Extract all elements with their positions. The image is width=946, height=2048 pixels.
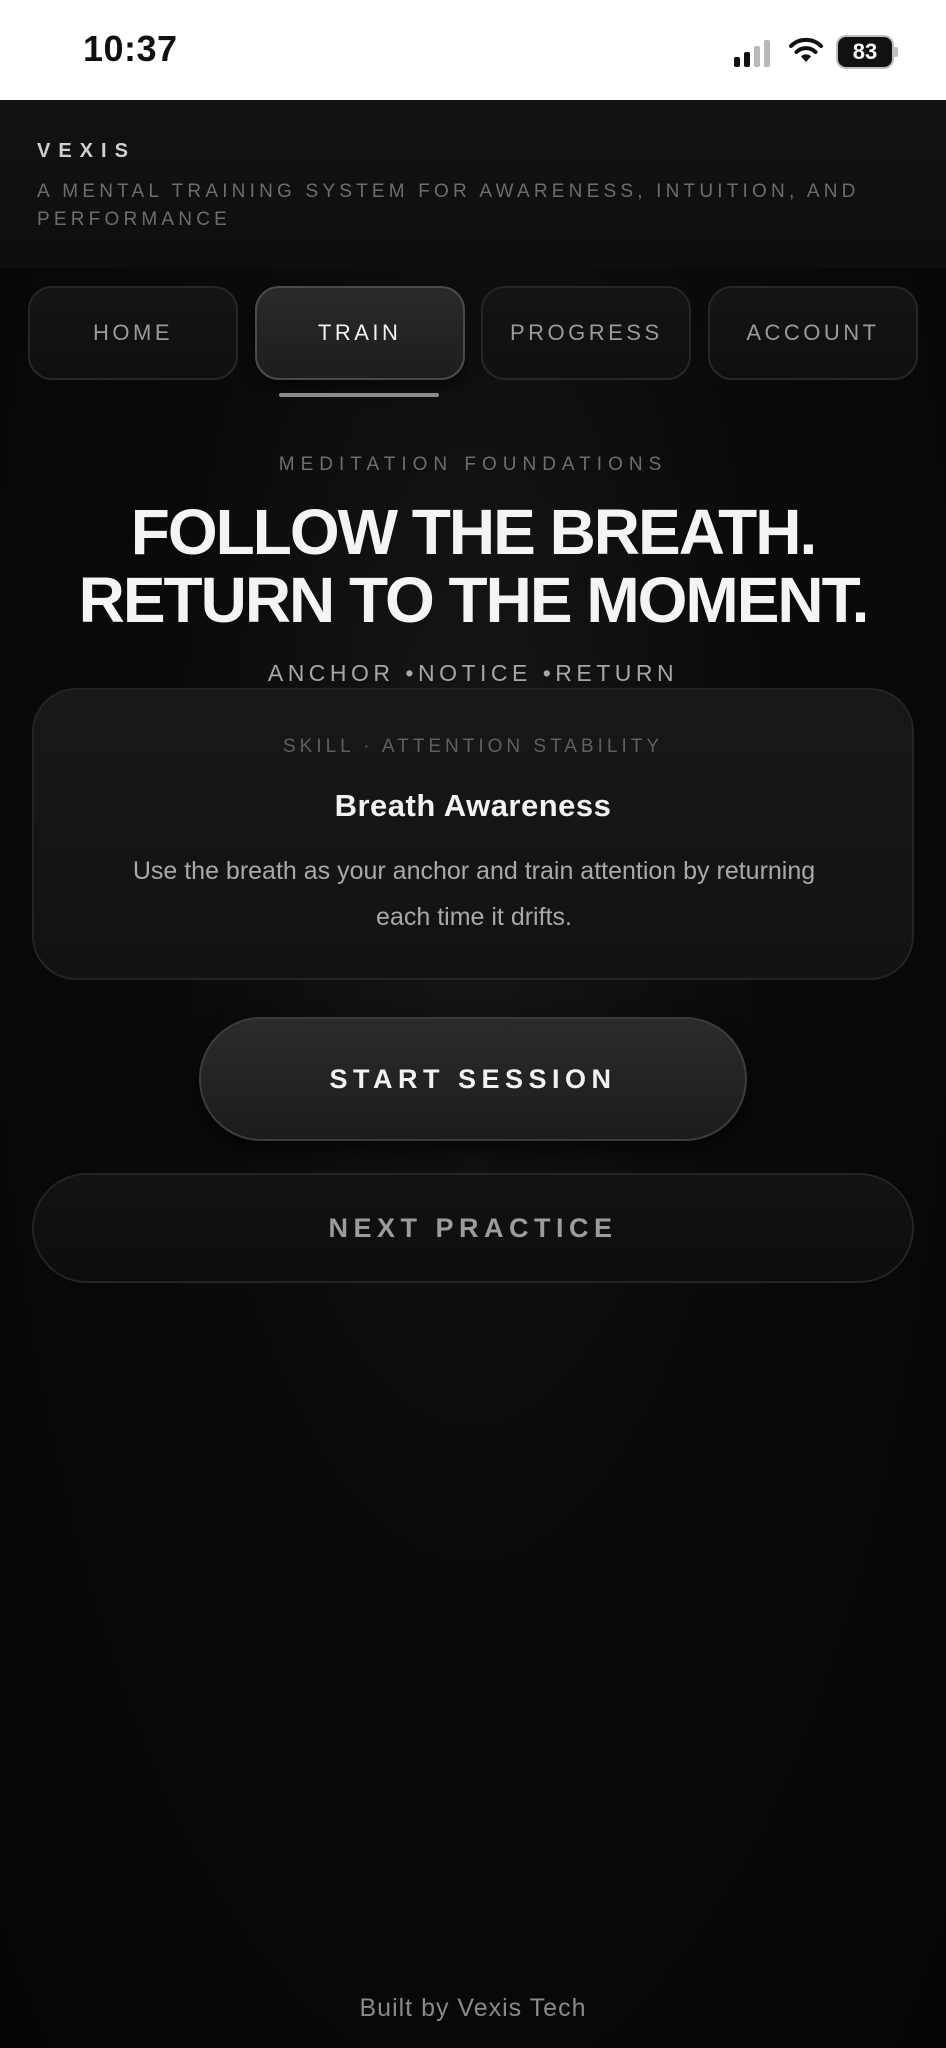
practice-card: SKILL · ATTENTION STABILITY Breath Aware… [32,688,914,980]
cellular-signal-icon [734,37,774,67]
brand-logo-text: VEXIS [37,140,136,162]
practice-title: Breath Awareness [334,788,612,823]
tab-train[interactable]: TRAIN [254,286,465,380]
footer-credit: Built by Vexis Tech [359,1994,587,2022]
tab-progress[interactable]: PROGRESS [481,286,692,380]
practice-pillars: ANCHOR •NOTICE •RETURN [267,660,679,686]
hero-headline-line-1: FOLLOW THE BREATH. [130,496,818,568]
tab-account[interactable]: ACCOUNT [707,286,918,380]
section-eyebrow: MEDITATION FOUNDATIONS [278,454,668,475]
status-bar: 10:37 83 [0,0,946,100]
active-tab-indicator [279,393,439,397]
status-time: 10:37 [83,28,178,69]
brand-tagline: A MENTAL TRAINING SYSTEM FOR AWARENESS, … [37,181,860,230]
battery-icon: 83 [838,37,898,67]
wifi-icon [788,36,824,69]
next-practice-button[interactable]: NEXT PRACTICE [32,1173,914,1283]
app-header: VEXIS A MENTAL TRAINING SYSTEM FOR AWARE… [0,100,946,269]
hero-headline-line-2: RETURN TO THE MOMENT. [78,564,870,636]
status-icons: 83 [734,34,898,70]
hero-headline: FOLLOW THE BREATH. RETURN TO THE MOMENT. [0,498,946,634]
start-session-button[interactable]: START SESSION [199,1017,747,1141]
practice-skill-label: SKILL · ATTENTION STABILITY [282,736,664,757]
practice-description: Use the breath as your anchor and train … [132,857,816,931]
nav-tabs: HOME TRAIN PROGRESS ACCOUNT [28,286,918,382]
tab-home[interactable]: HOME [28,286,238,380]
battery-level: 83 [838,37,892,67]
